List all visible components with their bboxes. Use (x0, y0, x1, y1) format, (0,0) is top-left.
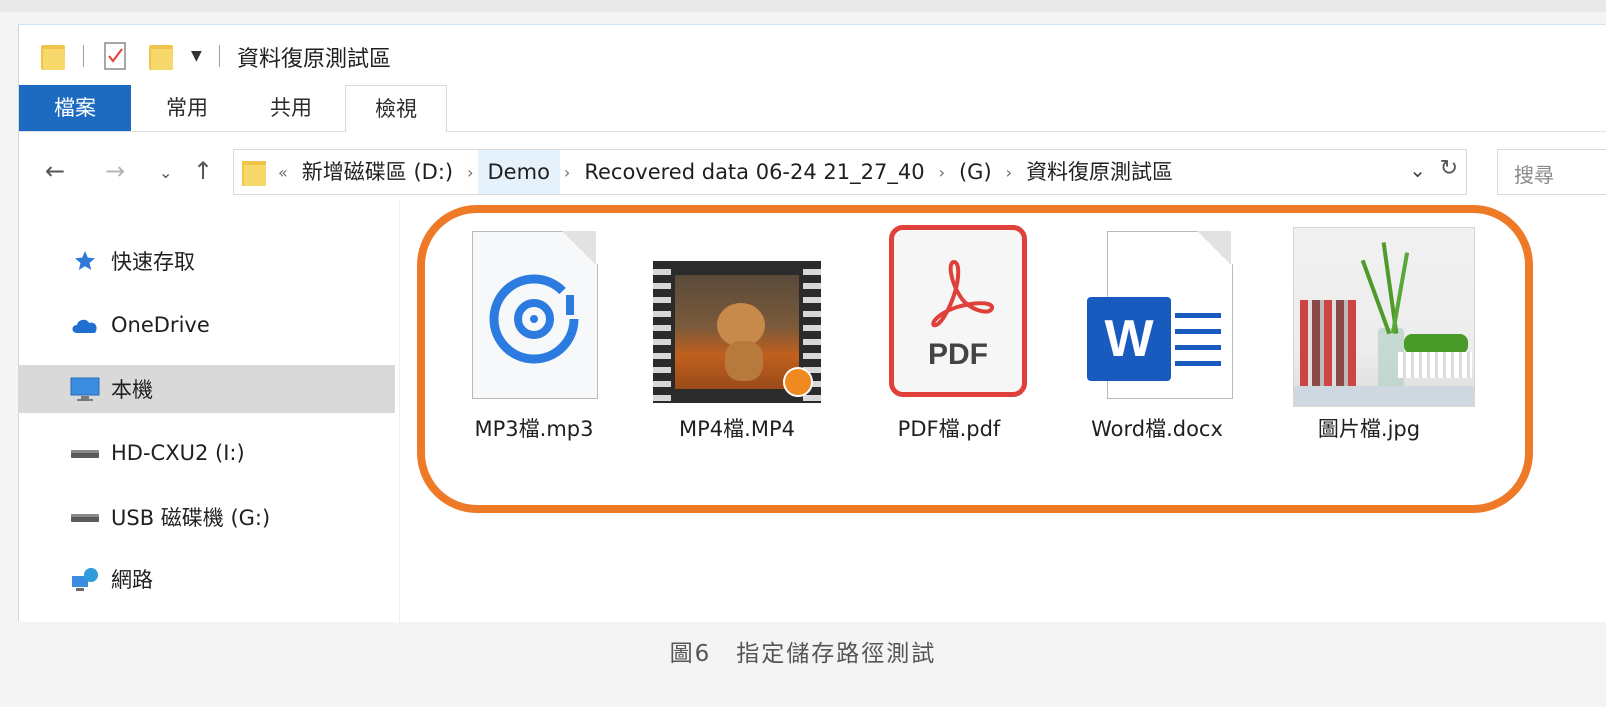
file-name: PDF檔.pdf (897, 417, 1001, 441)
back-arrow-icon[interactable]: ← (45, 157, 65, 185)
file-name: Word檔.docx (1091, 417, 1223, 441)
disc-icon (489, 274, 579, 364)
text-line (1175, 313, 1221, 318)
page-fold (1197, 231, 1231, 265)
file-name: MP4檔.MP4 (679, 417, 795, 441)
properties-icon[interactable] (103, 39, 129, 73)
drive-icon (69, 504, 101, 530)
sidebar-item-quick-access[interactable]: 快速存取 (19, 237, 395, 285)
star-pin-icon (69, 248, 101, 274)
breadcrumb-drive-d[interactable]: 新增磁碟區 (D:) (292, 150, 463, 194)
sidebar-item-network[interactable]: 網路 (19, 555, 395, 603)
acrobat-icon (931, 259, 994, 328)
refresh-icon[interactable]: ↻ (1440, 156, 1458, 181)
file-item-word[interactable]: W Word檔.docx (1067, 225, 1247, 455)
tab-home[interactable]: 常用 (137, 85, 237, 131)
divider (219, 45, 220, 67)
sidebar-item-usb-drive[interactable]: USB 磁碟機 (G:) (19, 493, 395, 541)
chevron-right-icon[interactable]: › (935, 163, 949, 182)
tab-view[interactable]: 檢視 (345, 85, 447, 132)
text-line (1175, 361, 1221, 366)
sidebar-item-onedrive[interactable]: OneDrive (19, 301, 395, 349)
navigation-bar: ← → ⌄ ↑ « 新增磁碟區 (D:) › Demo › Recovered … (19, 139, 1606, 201)
figure-caption: 圖6 指定儲存路徑測試 (669, 641, 937, 667)
file-name: MP3檔.mp3 (474, 417, 594, 441)
sidebar-item-label: OneDrive (111, 313, 210, 337)
overflow-indicator[interactable]: « (274, 163, 292, 182)
folder-icon (41, 39, 65, 73)
tab-file[interactable]: 檔案 (19, 85, 131, 131)
sidebar-item-label: HD-CXU2 (I:) (111, 441, 245, 465)
search-box[interactable]: 搜尋 (1497, 149, 1606, 195)
new-folder-icon[interactable] (149, 39, 173, 73)
address-folder-icon (242, 158, 266, 186)
ribbon-tabs: 檔案 常用 共用 檢視 (19, 85, 1606, 132)
file-name: 圖片檔.jpg (1317, 417, 1421, 441)
forward-arrow-icon[interactable]: → (105, 157, 125, 185)
divider (83, 45, 84, 67)
cloud-icon (69, 312, 101, 338)
page-fold (562, 231, 596, 265)
text-line (1175, 345, 1221, 350)
file-item-pdf[interactable]: PDF PDF檔.pdf (859, 225, 1039, 455)
text-line (1175, 329, 1221, 334)
recent-locations-chevron-icon[interactable]: ⌄ (159, 163, 172, 182)
word-logo: W (1087, 297, 1171, 381)
sidebar-item-label: 網路 (111, 568, 153, 592)
window-title: 資料復原測試區 (237, 47, 392, 72)
top-strip (0, 0, 1606, 12)
video-thumbnail-icon (653, 261, 821, 403)
explorer-window: ▼ 資料復原測試區 檔案 常用 共用 檢視 ← → ⌄ ↑ « 新增磁碟區 (D… (18, 24, 1606, 622)
sidebar-item-label: 本機 (111, 378, 153, 402)
up-arrow-icon[interactable]: ↑ (193, 157, 213, 185)
sidebar-item-label: 快速存取 (111, 250, 195, 274)
sidebar-item-label: USB 磁碟機 (G:) (111, 506, 271, 530)
monitor-icon (69, 376, 101, 402)
network-icon (69, 566, 101, 592)
image-thumbnail-icon (1293, 227, 1475, 407)
breadcrumb-recovered-data[interactable]: Recovered data 06-24 21_27_40 (574, 150, 934, 194)
breadcrumb-demo[interactable]: Demo (477, 150, 560, 194)
chevron-right-icon[interactable]: › (560, 163, 574, 182)
breadcrumb-current-folder[interactable]: 資料復原測試區 (1016, 150, 1183, 194)
sidebar-item-this-pc[interactable]: 本機 (19, 365, 395, 413)
sidebar-item-hd-cxu2[interactable]: HD-CXU2 (I:) (19, 429, 395, 477)
pdf-label: PDF (928, 338, 988, 371)
address-dropdown-icon[interactable]: ⌄ (1409, 158, 1426, 182)
breadcrumb-g[interactable]: (G) (949, 150, 1002, 194)
customize-dropdown-icon[interactable]: ▼ (191, 39, 202, 73)
file-item-mp3[interactable]: MP3檔.mp3 (444, 225, 624, 455)
file-item-jpg[interactable]: 圖片檔.jpg (1279, 225, 1475, 455)
navigation-pane: 快速存取 OneDrive 本機 HD-CXU2 (I:) USB 磁碟機 (G… (19, 201, 400, 622)
drive-icon (69, 440, 101, 466)
file-item-mp4[interactable]: MP4檔.MP4 (647, 225, 827, 455)
chevron-right-icon[interactable]: › (1002, 163, 1016, 182)
pdf-file-icon: PDF (889, 225, 1027, 397)
address-bar[interactable]: « 新增磁碟區 (D:) › Demo › Recovered data 06-… (233, 149, 1467, 195)
chevron-right-icon[interactable]: › (463, 163, 477, 182)
search-placeholder: 搜尋 (1514, 163, 1554, 187)
tab-share[interactable]: 共用 (241, 85, 341, 131)
title-bar: ▼ 資料復原測試區 (19, 25, 1606, 87)
